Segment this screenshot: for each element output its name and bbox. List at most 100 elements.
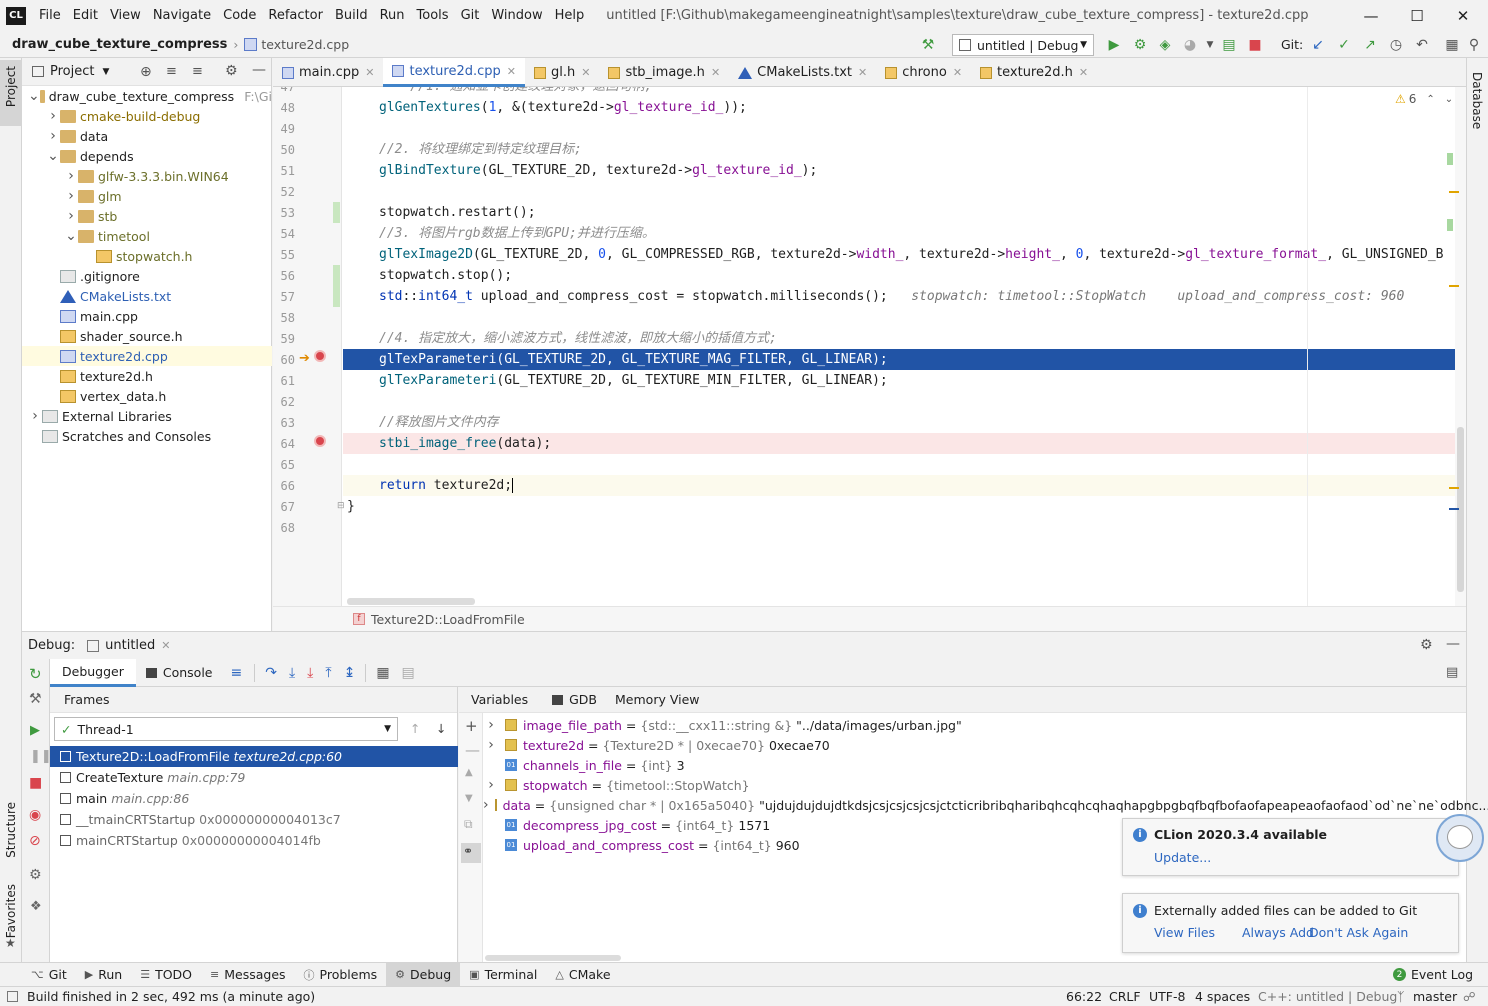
expand-all-icon[interactable]: ≡ — [166, 64, 177, 79]
tool-git[interactable]: ⌥ Git — [22, 963, 76, 987]
tree-item[interactable]: .gitignore — [22, 266, 272, 286]
code-line[interactable]: //4. 指定放大，缩小滤波方式，线性滤波，即放大缩小的插值方式; — [343, 328, 1466, 349]
update-link[interactable]: Update... — [1154, 850, 1211, 865]
menu-build[interactable]: Build — [329, 0, 374, 31]
run-configuration-select[interactable]: untitled | Debug ▼ — [952, 34, 1094, 56]
run-to-cursor-icon[interactable]: ↨ — [344, 665, 356, 681]
tree-item[interactable]: main.cpp — [22, 306, 272, 326]
tree-item[interactable]: vertex_data.h — [22, 386, 272, 406]
code-line[interactable]: stbi_image_free(data); — [343, 433, 1466, 454]
hide-panel-icon[interactable]: — — [252, 62, 266, 78]
history-icon[interactable]: ◷ — [1386, 35, 1406, 55]
function-breadcrumb[interactable]: Texture2D::LoadFromFile — [371, 612, 525, 627]
hide-panel-icon[interactable]: — — [1446, 636, 1460, 652]
copy-icon[interactable]: ⧉ — [464, 817, 473, 832]
code-line[interactable]: glTexParameteri(GL_TEXTURE_2D, GL_TEXTUR… — [343, 349, 1466, 370]
chevron-right-icon[interactable]: › — [64, 188, 78, 204]
close-icon[interactable]: ✕ — [581, 66, 590, 79]
maximize-icon[interactable]: ☐ — [1394, 0, 1440, 31]
code-line[interactable]: } — [343, 496, 1466, 517]
chevron-down-icon[interactable]: ⌄ — [64, 228, 78, 244]
chevron-down-icon[interactable]: ▼ — [102, 67, 109, 77]
chevron-right-icon[interactable]: › — [28, 408, 42, 424]
code-line[interactable] — [343, 118, 1466, 139]
tab-chrono[interactable]: chrono ✕ — [876, 58, 971, 87]
menu-navigate[interactable]: Navigate — [147, 0, 217, 31]
mute-breakpoints-icon[interactable]: ⊘ — [29, 833, 41, 849]
locate-icon[interactable]: ⊕ — [140, 64, 152, 80]
menu-help[interactable]: Help — [549, 0, 591, 31]
add-watch-icon[interactable]: + — [465, 717, 478, 735]
menu-run[interactable]: Run — [374, 0, 411, 31]
variable-row[interactable]: › texture2d = {Texture2D * | 0xecae70} 0xeca… — [483, 735, 1443, 755]
minimize-icon[interactable]: — — [1348, 0, 1394, 31]
favorites-tool-label[interactable]: Favorites — [4, 884, 18, 938]
rollback-icon[interactable]: ↶ — [1412, 35, 1432, 55]
chevron-down-icon[interactable]: ▼ — [1200, 35, 1220, 55]
close-icon[interactable]: ✕ — [161, 639, 170, 652]
tree-item[interactable]: › glfw-3.3.3.bin.WIN64 — [22, 166, 272, 186]
chevron-right-icon[interactable]: › — [483, 717, 499, 733]
code-line[interactable]: //2. 将纹理绑定到特定纹理目标; — [343, 139, 1466, 160]
thread-select[interactable]: ✓ Thread-1 ▼ — [54, 717, 398, 741]
code-line[interactable] — [343, 454, 1466, 475]
glasses-toggle[interactable]: ⚭ — [461, 843, 481, 863]
breakpoint-icon[interactable] — [314, 350, 326, 362]
project-panel-title[interactable]: Project — [50, 64, 94, 79]
tool-run[interactable]: ▶ Run — [76, 963, 131, 987]
menu-git[interactable]: Git — [455, 0, 486, 31]
chevron-down-icon[interactable]: ⌄ — [1445, 94, 1453, 105]
tool-terminal[interactable]: ▣ Terminal — [460, 963, 546, 987]
close-icon[interactable]: ✕ — [365, 66, 374, 79]
arrow-down-icon[interactable]: ↓ — [436, 721, 446, 736]
code-line[interactable]: glGenTextures(1, &(texture2d->gl_texture… — [343, 97, 1466, 118]
tree-item[interactable]: › External Libraries — [22, 406, 272, 426]
file-encoding[interactable]: UTF-8 — [1149, 987, 1185, 1006]
evaluate-icon[interactable]: ▦ — [376, 665, 389, 681]
code-line[interactable]: glBindTexture(GL_TEXTURE_2D, texture2d->… — [343, 160, 1466, 181]
structure-tool-label[interactable]: Structure — [4, 802, 18, 858]
code-line[interactable]: glTexImage2D(GL_TEXTURE_2D, 0, GL_COMPRE… — [343, 244, 1466, 265]
code-line[interactable]: return texture2d; — [343, 475, 1466, 496]
tool-cmake[interactable]: △ CMake — [546, 963, 619, 987]
tab-main-cpp[interactable]: main.cpp ✕ — [273, 58, 383, 87]
tree-item[interactable]: ⌄ depends — [22, 146, 272, 166]
code-line[interactable]: stopwatch.stop(); — [343, 265, 1466, 286]
close-icon[interactable]: ✕ — [507, 65, 516, 78]
tree-item[interactable]: CMakeLists.txt — [22, 286, 272, 306]
step-over-icon[interactable]: ↷ — [265, 665, 277, 681]
frame-row[interactable]: main main.cpp:86 — [50, 788, 458, 809]
variable-row[interactable]: › stopwatch = {timetool::StopWatch} — [483, 775, 1443, 795]
lock-icon[interactable]: ☍ — [1463, 987, 1476, 1006]
menu-edit[interactable]: Edit — [67, 0, 104, 31]
tab-stb_image-h[interactable]: stb_image.h ✕ — [599, 58, 729, 87]
layout-toggle-icon[interactable] — [7, 991, 18, 1002]
step-into-icon[interactable]: ⤓ — [289, 665, 295, 681]
frame-row[interactable]: mainCRTStartup 0x00000000004014fb — [50, 830, 458, 851]
editor-scrollbar[interactable] — [1447, 87, 1466, 606]
breadcrumb-file[interactable]: texture2d.cpp — [261, 37, 349, 52]
menu-view[interactable]: View — [104, 0, 147, 31]
tree-item[interactable]: stopwatch.h — [22, 246, 272, 266]
tool-problems[interactable]: ⓘ Problems — [295, 963, 387, 987]
resume-icon[interactable]: ▶ — [30, 723, 40, 738]
cpp-context[interactable]: C++: untitled | Debug — [1258, 987, 1397, 1006]
chevron-right-icon[interactable]: › — [483, 797, 489, 813]
debug-bug-icon[interactable]: ⚙ — [1130, 35, 1150, 55]
stop-icon[interactable]: ■ — [1245, 35, 1265, 55]
tree-item[interactable]: texture2d.cpp — [22, 346, 272, 366]
close-icon[interactable]: ✕ — [858, 66, 867, 79]
code-line[interactable]: //释放图片文件内存 — [343, 412, 1466, 433]
move-down-icon[interactable]: ▼ — [465, 793, 473, 804]
step-out-icon[interactable]: ⤒ — [325, 665, 331, 681]
tree-item[interactable]: shader_source.h — [22, 326, 272, 346]
tool-todo[interactable]: ☰ TODO — [131, 963, 201, 987]
code-line[interactable] — [343, 391, 1466, 412]
force-step-into-icon[interactable]: ⤓ — [307, 665, 313, 681]
debug-session-tab[interactable]: untitled — [105, 638, 155, 653]
layout-icon[interactable]: ▤ — [1446, 665, 1458, 680]
run-icon[interactable]: ▶ — [1104, 35, 1124, 55]
menu-tools[interactable]: Tools — [411, 0, 455, 31]
frame-row[interactable]: Texture2D::LoadFromFile texture2d.cpp:60 — [50, 746, 458, 767]
threads-icon[interactable]: ≡ — [231, 665, 243, 681]
